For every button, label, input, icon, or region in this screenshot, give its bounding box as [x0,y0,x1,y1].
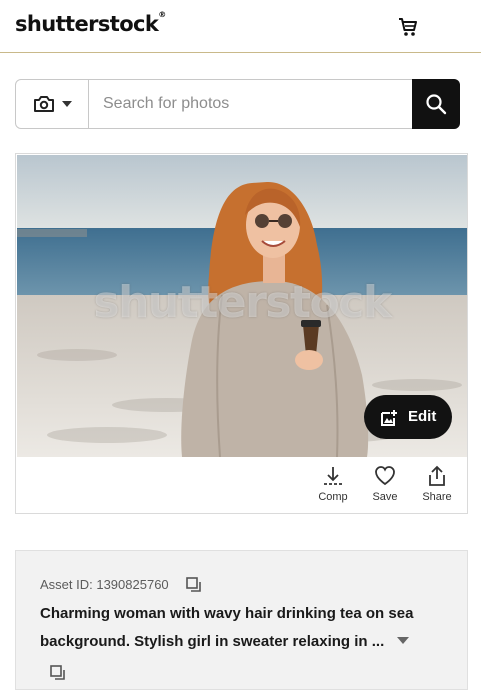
save-button[interactable]: Save [359,465,411,509]
image-card: shutterstock Edit Comp Save Share [15,153,468,514]
edit-image-icon [381,410,397,426]
caret-down-icon [62,101,72,107]
edit-button-label: Edit [408,408,437,425]
asset-info-panel: Asset ID: 1390825760 Charming woman with… [15,550,468,690]
chevron-down-icon[interactable] [397,637,409,645]
share-button[interactable]: Share [411,465,463,509]
copy-description-icon[interactable] [50,665,66,681]
share-icon [429,465,445,486]
asset-description: Charming woman with wavy hair drinking t… [40,605,414,650]
save-label: Save [372,491,398,503]
share-label: Share [422,491,452,503]
logo-text: shutterstock [15,12,159,36]
shopping-cart-icon[interactable] [397,16,419,38]
camera-icon [34,96,54,112]
edit-button[interactable]: Edit [364,395,452,439]
shutterstock-logo[interactable]: shutterstock® [15,10,166,36]
comp-download-button[interactable]: Comp [307,465,359,509]
search-input[interactable] [89,80,411,128]
download-icon [324,467,342,485]
shutterstock-watermark: shutterstock [93,277,392,328]
logo-registered-mark: ® [158,10,166,19]
search-icon [426,94,447,115]
comp-label: Comp [318,491,348,503]
image-search-button[interactable] [16,80,89,128]
site-header: shutterstock® [0,0,481,53]
copy-icon[interactable] [186,577,202,593]
asset-id: Asset ID: 1390825760 [40,577,169,592]
image-actions: Comp Save Share [16,457,467,513]
heart-icon [375,466,395,486]
search-submit-button[interactable] [412,79,460,129]
search-bar [15,79,460,129]
